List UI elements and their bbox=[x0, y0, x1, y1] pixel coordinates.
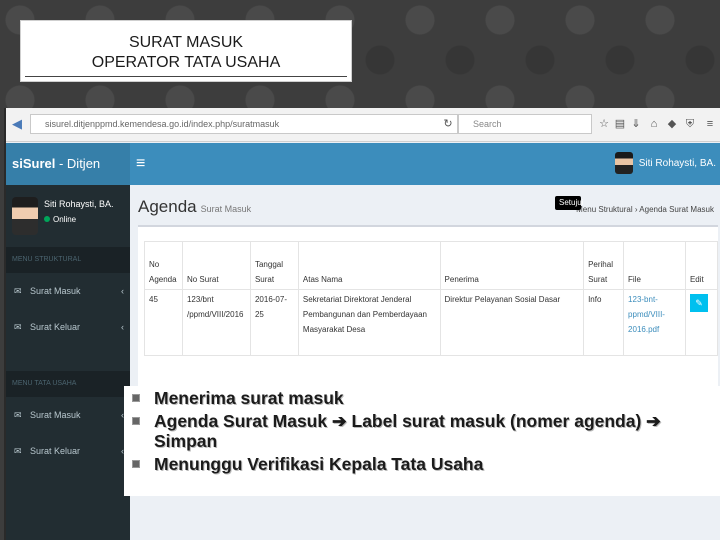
user-menu[interactable]: Siti Rohaysti, BA. bbox=[614, 151, 716, 177]
col-file: File bbox=[623, 241, 686, 290]
bullet-square-icon bbox=[132, 417, 140, 425]
bullet-text: Simpan bbox=[154, 431, 218, 451]
chevron-left-icon: ‹ bbox=[121, 322, 124, 332]
col-perihal: Perihal Surat bbox=[583, 241, 625, 290]
clipboard-icon[interactable]: ▤ bbox=[614, 117, 626, 131]
arrow-right-icon: ➔ bbox=[331, 411, 347, 431]
bullet-text: Agenda Surat Masuk bbox=[154, 411, 332, 431]
slide-title-line2: OPERATOR TATA USAHA bbox=[91, 54, 281, 71]
brand-logo[interactable]: siSurel - Ditjen PPMD bbox=[6, 143, 130, 213]
cell-no-agenda: 45 bbox=[144, 289, 183, 356]
envelope-icon: ✉ bbox=[14, 322, 22, 332]
sidebar-item-label: Surat Masuk bbox=[30, 410, 81, 420]
sidebar-item-tu-surat-keluar[interactable]: ✉ Surat Keluar ‹ bbox=[6, 433, 130, 469]
page-title-text: Agenda bbox=[138, 197, 197, 216]
url-text: sisurel.ditjenppmd.kemendesa.go.id/index… bbox=[45, 119, 280, 129]
col-no-agenda: No Agenda bbox=[144, 241, 183, 290]
app-header: siSurel - Ditjen PPMD ≡ Siti Rohaysti, B… bbox=[6, 143, 720, 213]
header-avatar bbox=[614, 152, 633, 175]
bullet-item: Menunggu Verifikasi Kepala Tata Usaha bbox=[132, 454, 720, 474]
cell-no-surat: 123/bnt /ppmd/VIII/2016 bbox=[181, 289, 251, 356]
envelope-icon: ✉ bbox=[14, 410, 22, 420]
table-header-row: No Agenda No Surat Tanggal Surat Atas Na… bbox=[144, 241, 719, 290]
sidebar-item-label: Surat Masuk bbox=[30, 286, 81, 296]
sidebar-item-surat-keluar[interactable]: ✉ Surat Keluar ‹ bbox=[6, 309, 130, 345]
bullet-text: Label surat masuk (nomer agenda) bbox=[346, 411, 647, 431]
col-penerima: Penerima bbox=[439, 241, 585, 290]
brand-bold: siSurel bbox=[12, 156, 56, 171]
cell-tanggal: 2016-07-25 bbox=[249, 289, 299, 356]
arrow-right-icon: ➔ bbox=[646, 411, 661, 431]
user-status-label: Online bbox=[53, 215, 77, 224]
cell-penerima: Direktur Pelayanan Sosial Dasar bbox=[439, 289, 585, 356]
shield-icon[interactable]: ⛨ bbox=[684, 117, 696, 131]
bullet-item: Agenda Surat Masuk ➔ Label surat masuk (… bbox=[132, 411, 720, 451]
pocket-icon[interactable]: ◆ bbox=[666, 117, 678, 131]
table-row: 45 123/bnt /ppmd/VIII/2016 2016-07-25 Se… bbox=[144, 289, 719, 356]
user-status: Online bbox=[44, 215, 76, 224]
cell-atas-nama: Sekretariat Direktorat Jenderal Pembangu… bbox=[297, 289, 441, 356]
col-tanggal: Tanggal Surat bbox=[249, 241, 299, 290]
file-link[interactable]: 123-bnt-ppmd/VIII-2016.pdf bbox=[623, 289, 686, 356]
menu-header-struktural: MENU STRUKTURAL bbox=[6, 247, 130, 273]
bullet-text: Menunggu Verifikasi Kepala Tata Usaha bbox=[154, 454, 484, 474]
page-subtitle: Surat Masuk bbox=[200, 204, 252, 214]
bullet-item: Menerima surat masuk bbox=[132, 388, 720, 408]
agenda-table: No Agenda No Surat Tanggal Surat Atas Na… bbox=[144, 241, 719, 356]
browser-search-input[interactable]: Search bbox=[458, 114, 592, 134]
menu-header-tata-usaha: MENU TATA USAHA bbox=[6, 371, 130, 397]
online-dot-icon bbox=[44, 216, 50, 222]
sidebar-item-tu-surat-masuk[interactable]: ✉ Surat Masuk ‹ bbox=[6, 397, 130, 433]
download-icon[interactable]: ⇓ bbox=[630, 117, 642, 131]
back-icon[interactable]: ◀ bbox=[12, 116, 26, 132]
col-atas-nama: Atas Nama bbox=[297, 241, 441, 290]
slide-title: SURAT MASUK OPERATOR TATA USAHA bbox=[20, 20, 352, 82]
breadcrumb[interactable]: Menu Struktural › Agenda Surat Masuk bbox=[576, 205, 714, 214]
avatar bbox=[12, 197, 38, 235]
bullet-text: Menerima surat masuk bbox=[154, 388, 344, 408]
menu-icon[interactable]: ≡ bbox=[704, 117, 716, 131]
sidebar-item-surat-masuk[interactable]: ✉ Surat Masuk ‹ bbox=[6, 273, 130, 309]
title-underline bbox=[25, 76, 347, 77]
browser-toolbar: ◀ sisurel.ditjenppmd.kemendesa.go.id/ind… bbox=[6, 108, 720, 142]
cell-perihal: Info bbox=[583, 289, 625, 356]
col-no-surat: No Surat bbox=[181, 241, 251, 290]
bullet-list: Menerima surat masuk Agenda Surat Masuk … bbox=[132, 388, 720, 474]
search-placeholder: Search bbox=[473, 119, 502, 129]
sidebar-user-name: Siti Rohaysti, BA. bbox=[44, 199, 114, 209]
bullet-square-icon bbox=[132, 394, 140, 402]
sidebar-toggle-icon[interactable]: ≡ bbox=[136, 143, 145, 185]
page-title: Agenda Surat Masuk bbox=[138, 197, 251, 217]
col-edit: Edit bbox=[684, 241, 719, 290]
bullet-square-icon bbox=[132, 460, 140, 468]
envelope-icon: ✉ bbox=[14, 286, 22, 296]
star-icon[interactable]: ☆ bbox=[598, 117, 610, 131]
home-icon[interactable]: ⌂ bbox=[648, 117, 660, 131]
edit-icon[interactable]: ✎ bbox=[689, 294, 708, 312]
slide-title-line1: SURAT MASUK bbox=[128, 34, 244, 51]
sidebar-item-label: Surat Keluar bbox=[30, 322, 81, 332]
header-user-name: Siti Rohaysti, BA. bbox=[638, 158, 716, 169]
address-bar[interactable]: sisurel.ditjenppmd.kemendesa.go.id/index… bbox=[30, 114, 458, 134]
chevron-left-icon: ‹ bbox=[121, 286, 124, 296]
reload-icon[interactable]: ↻ bbox=[442, 117, 454, 131]
cell-edit: ✎ bbox=[684, 289, 719, 356]
tooltip: Setujui bbox=[555, 196, 583, 210]
envelope-icon: ✉ bbox=[14, 446, 22, 456]
bullet-panel: Menerima surat masuk Agenda Surat Masuk … bbox=[124, 386, 720, 496]
sidebar-item-label: Surat Keluar bbox=[30, 446, 81, 456]
sidebar: Siti Rohaysti, BA. Online MENU STRUKTURA… bbox=[6, 185, 130, 540]
user-panel: Siti Rohaysti, BA. Online bbox=[6, 185, 130, 245]
